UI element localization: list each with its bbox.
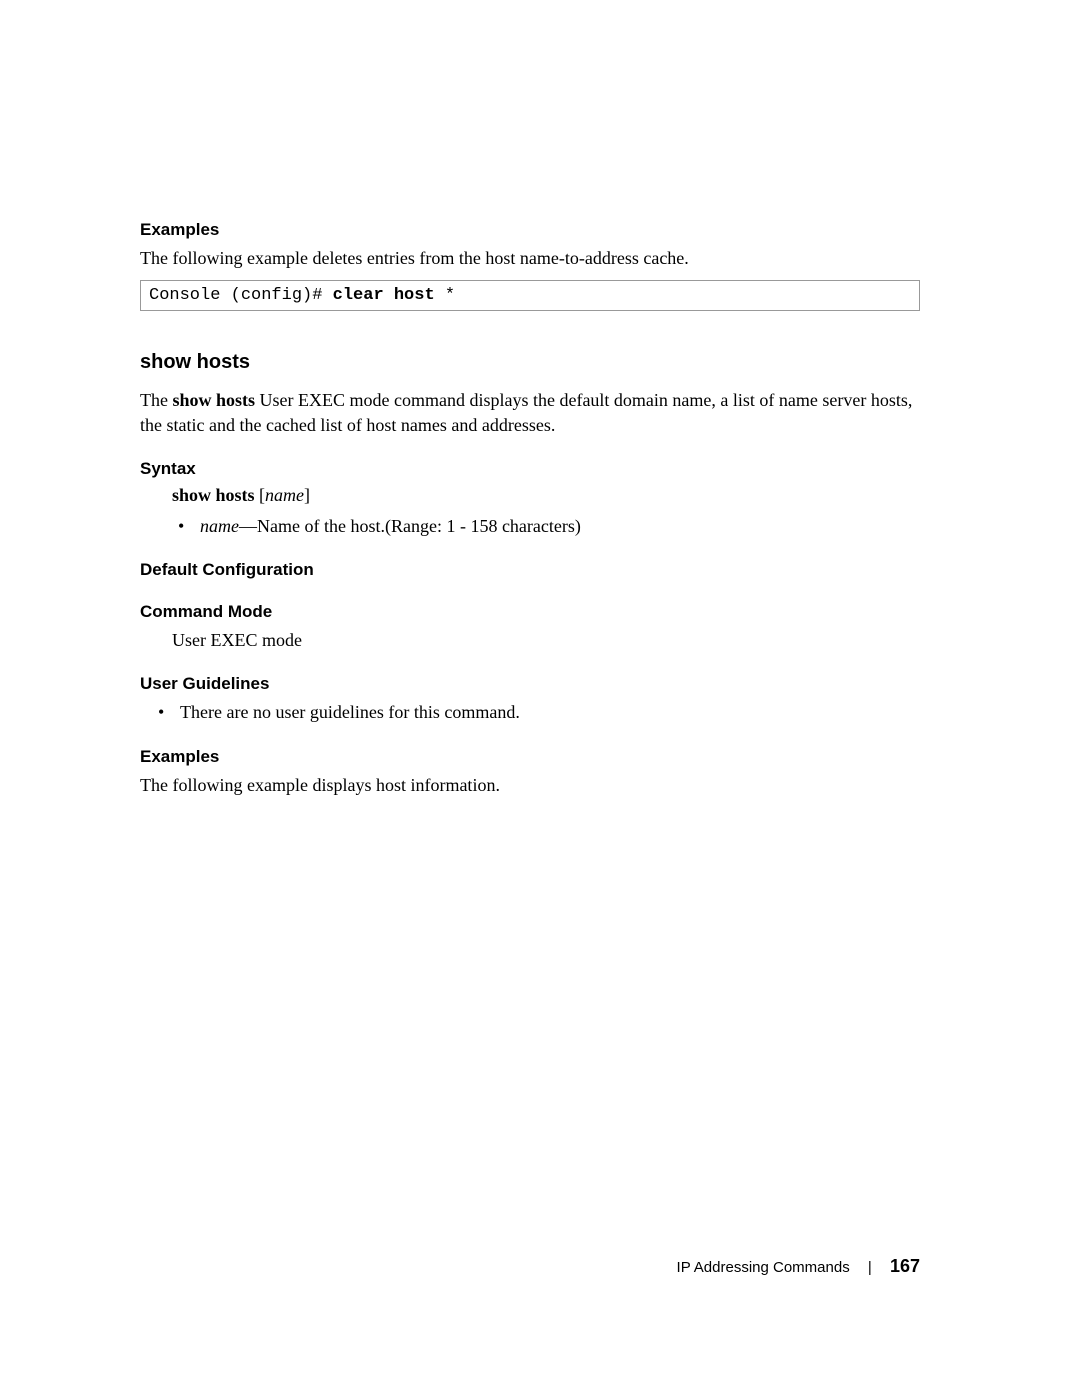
syntax-bullet-item: name—Name of the host.(Range: 1 - 158 ch… — [178, 514, 920, 538]
footer-section: IP Addressing Commands — [677, 1259, 850, 1276]
examples2-intro: The following example displays host info… — [140, 773, 920, 797]
command-mode-text: User EXEC mode — [140, 628, 920, 652]
footer-separator: | — [868, 1259, 872, 1276]
examples-intro: The following example deletes entries fr… — [140, 246, 920, 270]
footer-page-number: 167 — [890, 1256, 920, 1276]
syntax-heading: Syntax — [140, 459, 920, 479]
show-hosts-desc: The show hosts User EXEC mode command di… — [140, 388, 920, 437]
guidelines-bullets: There are no user guidelines for this co… — [140, 700, 920, 724]
syntax-cmd: show hosts — [172, 485, 255, 505]
user-guidelines-heading: User Guidelines — [140, 674, 920, 694]
code-block: Console (config)# clear host * — [140, 280, 920, 311]
page-content: Examples The following example deletes e… — [0, 0, 1080, 797]
default-config-heading: Default Configuration — [140, 560, 920, 580]
syntax-bullets: name—Name of the host.(Range: 1 - 158 ch… — [140, 514, 920, 538]
command-mode-heading: Command Mode — [140, 602, 920, 622]
code-prefix: Console (config)# — [149, 286, 333, 305]
show-hosts-heading: show hosts — [140, 351, 920, 374]
syntax-arg: name — [265, 485, 304, 505]
code-command: clear host — [333, 286, 435, 305]
examples-heading: Examples — [140, 220, 920, 240]
guidelines-bullet-item: There are no user guidelines for this co… — [158, 700, 920, 724]
syntax-line: show hosts [name] — [140, 485, 920, 506]
code-suffix: * — [435, 286, 455, 305]
examples2-heading: Examples — [140, 747, 920, 767]
page-footer: IP Addressing Commands | 167 — [677, 1256, 920, 1277]
